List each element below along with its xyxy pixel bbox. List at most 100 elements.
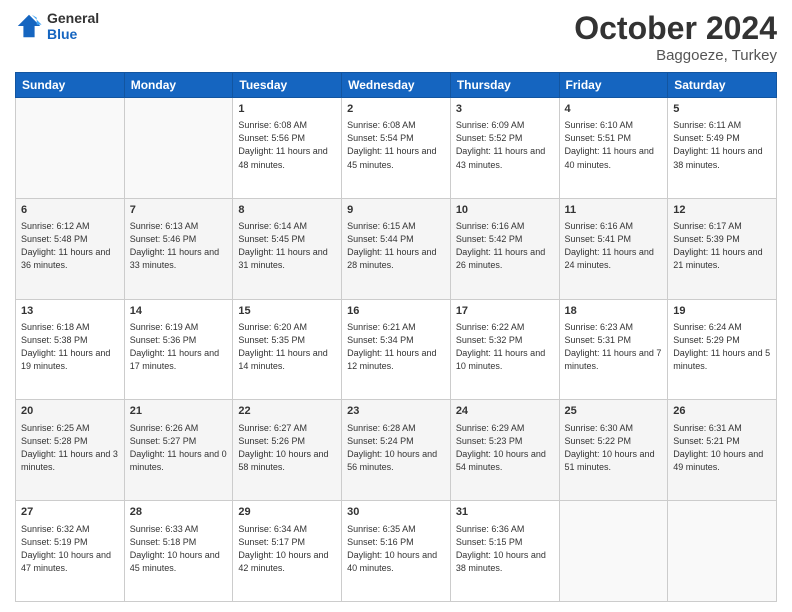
day-number: 5: [673, 102, 771, 117]
cell-content: Sunrise: 6:13 AM Sunset: 5:46 PM Dayligh…: [130, 220, 228, 272]
day-number: 12: [673, 203, 771, 218]
cell-content: Sunrise: 6:24 AM Sunset: 5:29 PM Dayligh…: [673, 321, 771, 373]
logo-text: General Blue: [47, 10, 99, 42]
calendar-week-1: 1 Sunrise: 6:08 AM Sunset: 5:56 PM Daylig…: [16, 98, 777, 199]
cell-content: Sunrise: 6:11 AM Sunset: 5:49 PM Dayligh…: [673, 119, 771, 171]
day-number: 23: [347, 404, 445, 419]
logo-icon: [15, 12, 43, 40]
day-number: 24: [456, 404, 554, 419]
day-header-tuesday: Tuesday: [233, 73, 342, 98]
cell-content: Sunrise: 6:08 AM Sunset: 5:56 PM Dayligh…: [238, 119, 336, 171]
calendar-cell: 31Sunrise: 6:36 AM Sunset: 5:15 PM Dayli…: [450, 501, 559, 602]
calendar-cell: 27Sunrise: 6:32 AM Sunset: 5:19 PM Dayli…: [16, 501, 125, 602]
day-number: 1: [238, 102, 336, 117]
day-number: 16: [347, 304, 445, 319]
subtitle: Baggoeze, Turkey: [574, 47, 777, 64]
calendar-cell: 8Sunrise: 6:14 AM Sunset: 5:45 PM Daylig…: [233, 198, 342, 299]
calendar-week-3: 13 Sunrise: 6:18 AM Sunset: 5:38 PM Dayli…: [16, 299, 777, 400]
day-number: 17: [456, 304, 554, 319]
header: General Blue October 2024 Baggoeze, Turk…: [15, 10, 777, 64]
cell-content: Sunrise: 6:22 AM Sunset: 5:32 PM Dayligh…: [456, 321, 554, 373]
cell-content: Sunrise: 6:08 AM Sunset: 5:54 PM Dayligh…: [347, 119, 445, 171]
day-header-sunday: Sunday: [16, 73, 125, 98]
cell-content: Sunrise: 6:31 AM Sunset: 5:21 PM Dayligh…: [673, 422, 771, 474]
day-header-saturday: Saturday: [668, 73, 777, 98]
calendar-cell: 19 Sunrise: 6:24 AM Sunset: 5:29 PM Dayli…: [668, 299, 777, 400]
day-number: 15: [238, 304, 336, 319]
calendar-cell: [16, 98, 125, 199]
day-header-friday: Friday: [559, 73, 668, 98]
calendar-cell: 6Sunrise: 6:12 AM Sunset: 5:48 PM Daylig…: [16, 198, 125, 299]
calendar-header-row: SundayMondayTuesdayWednesdayThursdayFrid…: [16, 73, 777, 98]
cell-content: Sunrise: 6:33 AM Sunset: 5:18 PM Dayligh…: [130, 523, 228, 575]
cell-content: Sunrise: 6:35 AM Sunset: 5:16 PM Dayligh…: [347, 523, 445, 575]
calendar-cell: 14 Sunrise: 6:19 AM Sunset: 5:36 PM Dayli…: [124, 299, 233, 400]
day-number: 10: [456, 203, 554, 218]
day-number: 21: [130, 404, 228, 419]
cell-content: Sunrise: 6:16 AM Sunset: 5:41 PM Dayligh…: [565, 220, 663, 272]
calendar-cell: [668, 501, 777, 602]
calendar-cell: 10Sunrise: 6:16 AM Sunset: 5:42 PM Dayli…: [450, 198, 559, 299]
day-number: 4: [565, 102, 663, 117]
calendar-week-4: 20 Sunrise: 6:25 AM Sunset: 5:28 PM Dayli…: [16, 400, 777, 501]
cell-content: Sunrise: 6:19 AM Sunset: 5:36 PM Dayligh…: [130, 321, 228, 373]
calendar-cell: 20 Sunrise: 6:25 AM Sunset: 5:28 PM Dayli…: [16, 400, 125, 501]
day-number: 19: [673, 304, 771, 319]
cell-content: Sunrise: 6:09 AM Sunset: 5:52 PM Dayligh…: [456, 119, 554, 171]
calendar-cell: [559, 501, 668, 602]
calendar-cell: 24Sunrise: 6:29 AM Sunset: 5:23 PM Dayli…: [450, 400, 559, 501]
logo: General Blue: [15, 10, 99, 42]
cell-content: Sunrise: 6:10 AM Sunset: 5:51 PM Dayligh…: [565, 119, 663, 171]
day-header-monday: Monday: [124, 73, 233, 98]
calendar-cell: 17 Sunrise: 6:22 AM Sunset: 5:32 PM Dayli…: [450, 299, 559, 400]
day-number: 26: [673, 404, 771, 419]
calendar-table: SundayMondayTuesdayWednesdayThursdayFrid…: [15, 72, 777, 602]
day-number: 3: [456, 102, 554, 117]
title-block: October 2024 Baggoeze, Turkey: [574, 10, 777, 64]
calendar-cell: 5 Sunrise: 6:11 AM Sunset: 5:49 PM Daylig…: [668, 98, 777, 199]
day-number: 28: [130, 505, 228, 520]
cell-content: Sunrise: 6:23 AM Sunset: 5:31 PM Dayligh…: [565, 321, 663, 373]
cell-content: Sunrise: 6:26 AM Sunset: 5:27 PM Dayligh…: [130, 422, 228, 474]
day-number: 13: [21, 304, 119, 319]
cell-content: Sunrise: 6:27 AM Sunset: 5:26 PM Dayligh…: [238, 422, 336, 474]
day-number: 25: [565, 404, 663, 419]
cell-content: Sunrise: 6:36 AM Sunset: 5:15 PM Dayligh…: [456, 523, 554, 575]
day-header-wednesday: Wednesday: [342, 73, 451, 98]
day-number: 18: [565, 304, 663, 319]
calendar-cell: 26 Sunrise: 6:31 AM Sunset: 5:21 PM Dayli…: [668, 400, 777, 501]
day-number: 9: [347, 203, 445, 218]
calendar-cell: 9 Sunrise: 6:15 AM Sunset: 5:44 PM Daylig…: [342, 198, 451, 299]
calendar-week-5: 27Sunrise: 6:32 AM Sunset: 5:19 PM Dayli…: [16, 501, 777, 602]
calendar-cell: 16Sunrise: 6:21 AM Sunset: 5:34 PM Dayli…: [342, 299, 451, 400]
day-number: 20: [21, 404, 119, 419]
calendar-cell: 29 Sunrise: 6:34 AM Sunset: 5:17 PM Dayli…: [233, 501, 342, 602]
day-number: 7: [130, 203, 228, 218]
day-number: 30: [347, 505, 445, 520]
main-title: October 2024: [574, 10, 777, 47]
day-number: 27: [21, 505, 119, 520]
calendar-cell: 25 Sunrise: 6:30 AM Sunset: 5:22 PM Dayli…: [559, 400, 668, 501]
calendar-week-2: 6Sunrise: 6:12 AM Sunset: 5:48 PM Daylig…: [16, 198, 777, 299]
calendar-cell: 28 Sunrise: 6:33 AM Sunset: 5:18 PM Dayli…: [124, 501, 233, 602]
day-number: 29: [238, 505, 336, 520]
day-number: 2: [347, 102, 445, 117]
calendar-cell: 2 Sunrise: 6:08 AM Sunset: 5:54 PM Daylig…: [342, 98, 451, 199]
calendar-cell: 23Sunrise: 6:28 AM Sunset: 5:24 PM Dayli…: [342, 400, 451, 501]
cell-content: Sunrise: 6:30 AM Sunset: 5:22 PM Dayligh…: [565, 422, 663, 474]
calendar-cell: [124, 98, 233, 199]
calendar-cell: 22Sunrise: 6:27 AM Sunset: 5:26 PM Dayli…: [233, 400, 342, 501]
cell-content: Sunrise: 6:15 AM Sunset: 5:44 PM Dayligh…: [347, 220, 445, 272]
cell-content: Sunrise: 6:20 AM Sunset: 5:35 PM Dayligh…: [238, 321, 336, 373]
calendar-cell: 30 Sunrise: 6:35 AM Sunset: 5:16 PM Dayli…: [342, 501, 451, 602]
day-header-thursday: Thursday: [450, 73, 559, 98]
day-number: 14: [130, 304, 228, 319]
cell-content: Sunrise: 6:17 AM Sunset: 5:39 PM Dayligh…: [673, 220, 771, 272]
cell-content: Sunrise: 6:34 AM Sunset: 5:17 PM Dayligh…: [238, 523, 336, 575]
calendar-cell: 11Sunrise: 6:16 AM Sunset: 5:41 PM Dayli…: [559, 198, 668, 299]
cell-content: Sunrise: 6:25 AM Sunset: 5:28 PM Dayligh…: [21, 422, 119, 474]
cell-content: Sunrise: 6:18 AM Sunset: 5:38 PM Dayligh…: [21, 321, 119, 373]
calendar-cell: 12 Sunrise: 6:17 AM Sunset: 5:39 PM Dayli…: [668, 198, 777, 299]
calendar-cell: 18 Sunrise: 6:23 AM Sunset: 5:31 PM Dayli…: [559, 299, 668, 400]
calendar-cell: 7 Sunrise: 6:13 AM Sunset: 5:46 PM Daylig…: [124, 198, 233, 299]
